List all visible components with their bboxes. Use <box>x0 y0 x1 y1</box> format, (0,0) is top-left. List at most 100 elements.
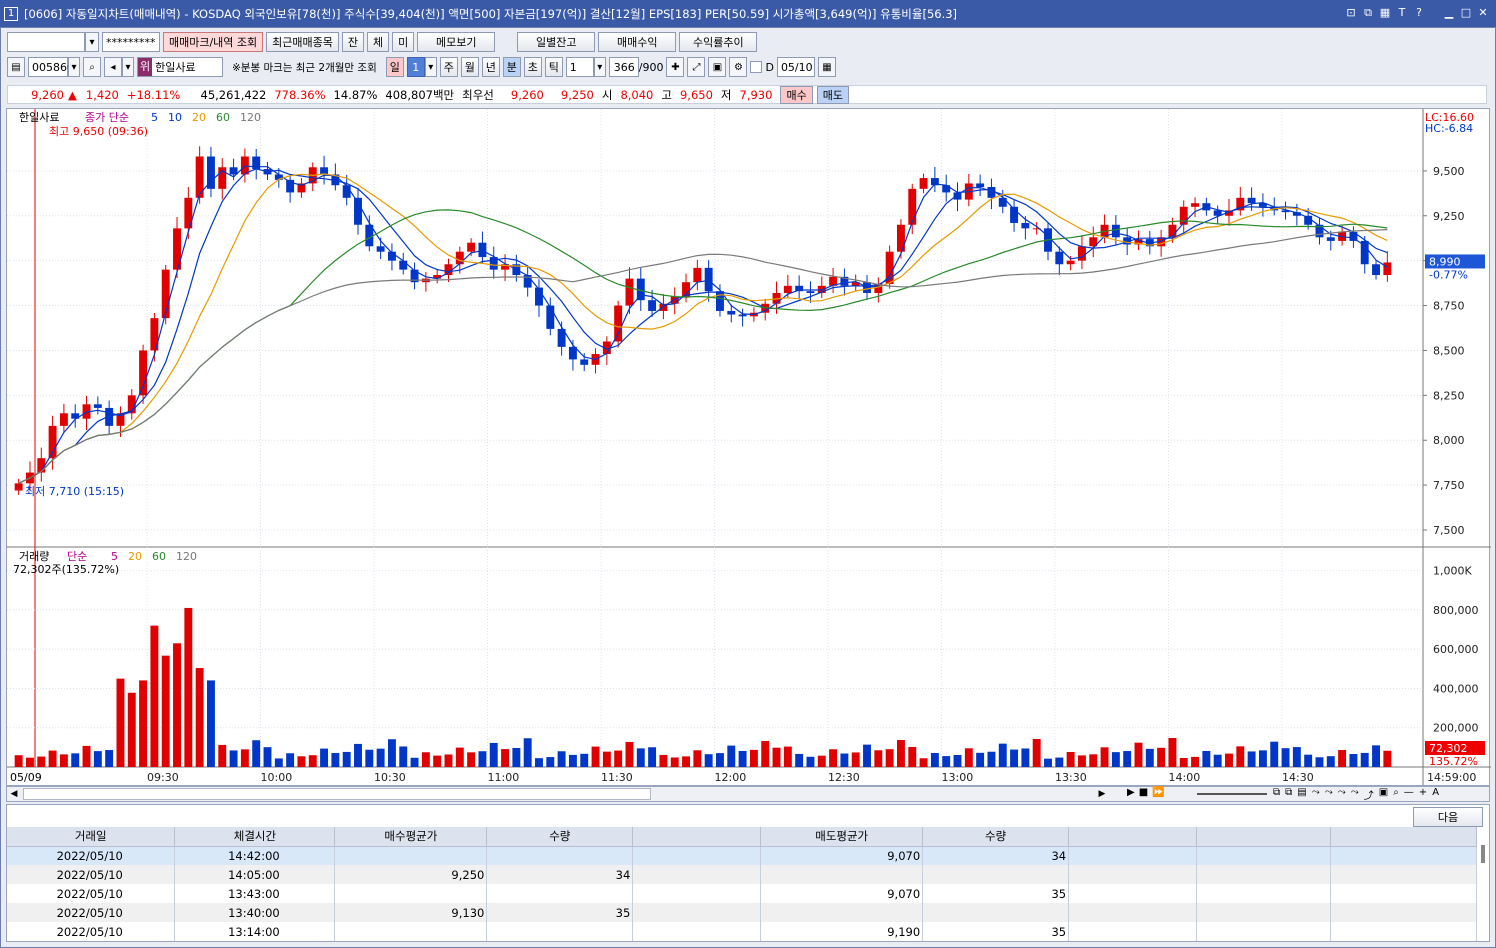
column-header[interactable]: 거래일 <box>7 827 176 847</box>
chevron-down-icon[interactable]: ▾ <box>593 57 606 77</box>
count-input[interactable]: 366 <box>608 57 639 77</box>
play-icon[interactable]: ▶ <box>1127 787 1135 798</box>
column-header[interactable]: 체결시간 <box>174 827 336 847</box>
sell-button[interactable]: 매도 <box>816 85 849 104</box>
chevron-down-icon[interactable]: ▾ <box>85 32 99 52</box>
chevron-down-icon[interactable]: ▾ <box>122 57 134 77</box>
password-field[interactable]: ********* <box>102 32 160 52</box>
date-checkbox[interactable] <box>750 61 763 73</box>
buy-button[interactable]: 매수 <box>780 85 813 104</box>
column-header[interactable]: 매수평균가 <box>334 827 488 847</box>
chart-settings-icon[interactable]: ▤ <box>7 57 25 77</box>
period-week[interactable]: 주 <box>439 57 458 77</box>
column-header[interactable] <box>1196 827 1331 847</box>
volume-bar <box>953 755 962 767</box>
table-row[interactable]: 2022/05/10 13:40:00 9,130 35 <box>7 903 1478 922</box>
speed-slider[interactable] <box>1197 793 1267 795</box>
candle <box>738 314 747 317</box>
column-header[interactable] <box>1068 827 1198 847</box>
image-icon[interactable]: ▣ <box>1379 787 1388 802</box>
font-icon[interactable]: T <box>1395 5 1409 20</box>
zoom-region-icon[interactable]: ⧉ <box>1273 787 1280 802</box>
executed-button[interactable]: 체 <box>367 32 390 52</box>
volume-bar <box>195 668 204 767</box>
column-header[interactable]: 매도평균가 <box>760 827 924 847</box>
close-icon[interactable]: ✕ <box>1476 5 1490 20</box>
export-icon[interactable]: ⤴ <box>1364 787 1374 802</box>
copy-icon[interactable]: ⧉ <box>1285 787 1292 802</box>
fast-forward-icon[interactable]: ⏩ <box>1152 787 1164 798</box>
trend4-icon[interactable]: ⤳ <box>1351 787 1359 802</box>
balance-button[interactable]: 잔 <box>341 32 365 52</box>
crosshair-icon[interactable]: ✚ <box>666 57 685 77</box>
volume-bar <box>105 750 114 767</box>
minus-icon[interactable]: — <box>1404 787 1414 802</box>
date-input[interactable]: 05/10 <box>776 57 815 77</box>
gear-icon[interactable]: ⚙ <box>729 57 748 77</box>
link-icon[interactable]: ⊡ <box>1344 5 1358 20</box>
column-header[interactable] <box>1330 827 1478 847</box>
legend-name: 한일사료 <box>19 110 59 124</box>
minimize-icon[interactable]: ▁ <box>1442 5 1456 20</box>
account-select[interactable] <box>7 32 85 52</box>
speaker-icon[interactable]: ◂ <box>104 57 122 77</box>
column-header[interactable]: 수량 <box>922 827 1070 847</box>
chevron-down-icon[interactable]: ▾ <box>424 57 437 77</box>
volume-bar <box>806 756 815 767</box>
price-chart-panel[interactable]: 9,5009,2509,0008,7508,5008,2508,0007,750… <box>6 108 1491 787</box>
next-button[interactable]: 다음 <box>1413 807 1483 827</box>
period-minute[interactable]: 분 <box>502 57 521 77</box>
scroll-right-icon[interactable]: ▶ <box>1095 787 1109 801</box>
help-icon[interactable]: ? <box>1412 5 1426 20</box>
calendar-icon[interactable]: ▦ <box>817 57 836 77</box>
draw-tool-icon[interactable]: ⤢ <box>687 57 706 77</box>
trend3-icon[interactable]: ⤳ <box>1338 787 1346 802</box>
daily-balance-button[interactable]: 일별잔고 <box>517 32 596 52</box>
volume-bar <box>964 748 973 767</box>
plus-icon[interactable]: + <box>1419 787 1427 802</box>
chart-scrollbar[interactable]: ◀ ▶ ▶ ■ ⏩ ⧉ ⧉ ▤ ⤳ ⤳ ⤳ ⤳ ⤴ ▣ ⌕ — + A <box>6 786 1490 802</box>
period-second[interactable]: 초 <box>523 57 542 77</box>
x-tick-label: 12:30 <box>828 771 860 784</box>
x-tick-label: 05/09 <box>10 771 42 784</box>
period-tick[interactable]: 틱 <box>544 57 563 77</box>
table-cell: 14:05:00 <box>174 865 336 884</box>
table-row[interactable]: 2022/05/10 14:42:00 9,070 34 <box>7 846 1478 865</box>
table-row[interactable]: 2022/05/10 14:05:00 9,250 34 <box>7 865 1478 884</box>
column-header[interactable] <box>632 827 762 847</box>
save-icon[interactable]: ▣ <box>708 57 727 77</box>
stock-name-field[interactable]: 위 한일사료 <box>137 57 223 77</box>
scroll-left-icon[interactable]: ◀ <box>7 787 21 801</box>
volume-bar <box>501 749 510 767</box>
stop-icon[interactable]: ■ <box>1139 787 1148 798</box>
table-row[interactable]: 2022/05/10 13:43:00 9,070 35 <box>7 884 1478 903</box>
table-row[interactable]: 2022/05/10 13:14:00 9,190 35 <box>7 922 1478 941</box>
restore-icon[interactable]: ⧉ <box>1361 5 1375 20</box>
text-icon[interactable]: A <box>1432 787 1439 802</box>
maximize-icon[interactable]: □ <box>1459 5 1473 20</box>
scroll-thumb[interactable] <box>23 788 651 800</box>
period-day[interactable]: 일 <box>385 57 404 77</box>
trade-profit-button[interactable]: 매매수익 <box>598 32 677 52</box>
table-cell <box>922 865 1070 884</box>
trend2-icon[interactable]: ⤳ <box>1325 787 1333 802</box>
grid-icon[interactable]: ▦ <box>1378 5 1392 20</box>
table-scrollbar[interactable] <box>1481 845 1485 863</box>
period-month[interactable]: 월 <box>460 57 479 77</box>
recent-trades-button[interactable]: 최근매매종목 <box>266 32 339 52</box>
stock-code-input[interactable]: 005860 <box>28 57 74 77</box>
magnifier-icon[interactable]: ⌕ <box>1393 787 1399 802</box>
memo-button[interactable]: 메모보기 <box>417 32 496 52</box>
unexecuted-button[interactable]: 미 <box>392 32 415 52</box>
chevron-down-icon[interactable]: ▾ <box>68 57 80 77</box>
trend-icon[interactable]: ⤳ <box>1312 787 1320 802</box>
table-icon[interactable]: ▤ <box>1297 787 1306 802</box>
chart-canvas[interactable]: 9,5009,2509,0008,7508,5008,2508,0007,750… <box>7 109 1491 787</box>
marks-query-button[interactable]: 매매마크/내역 조회 <box>163 32 264 52</box>
return-trend-button[interactable]: 수익률추이 <box>679 32 758 52</box>
interval-input[interactable]: 1 <box>565 57 594 77</box>
column-header[interactable]: 수량 <box>486 827 634 847</box>
interval-select[interactable]: 1 <box>406 57 425 77</box>
search-icon[interactable]: ⌕ <box>83 57 101 77</box>
period-year[interactable]: 년 <box>481 57 500 77</box>
